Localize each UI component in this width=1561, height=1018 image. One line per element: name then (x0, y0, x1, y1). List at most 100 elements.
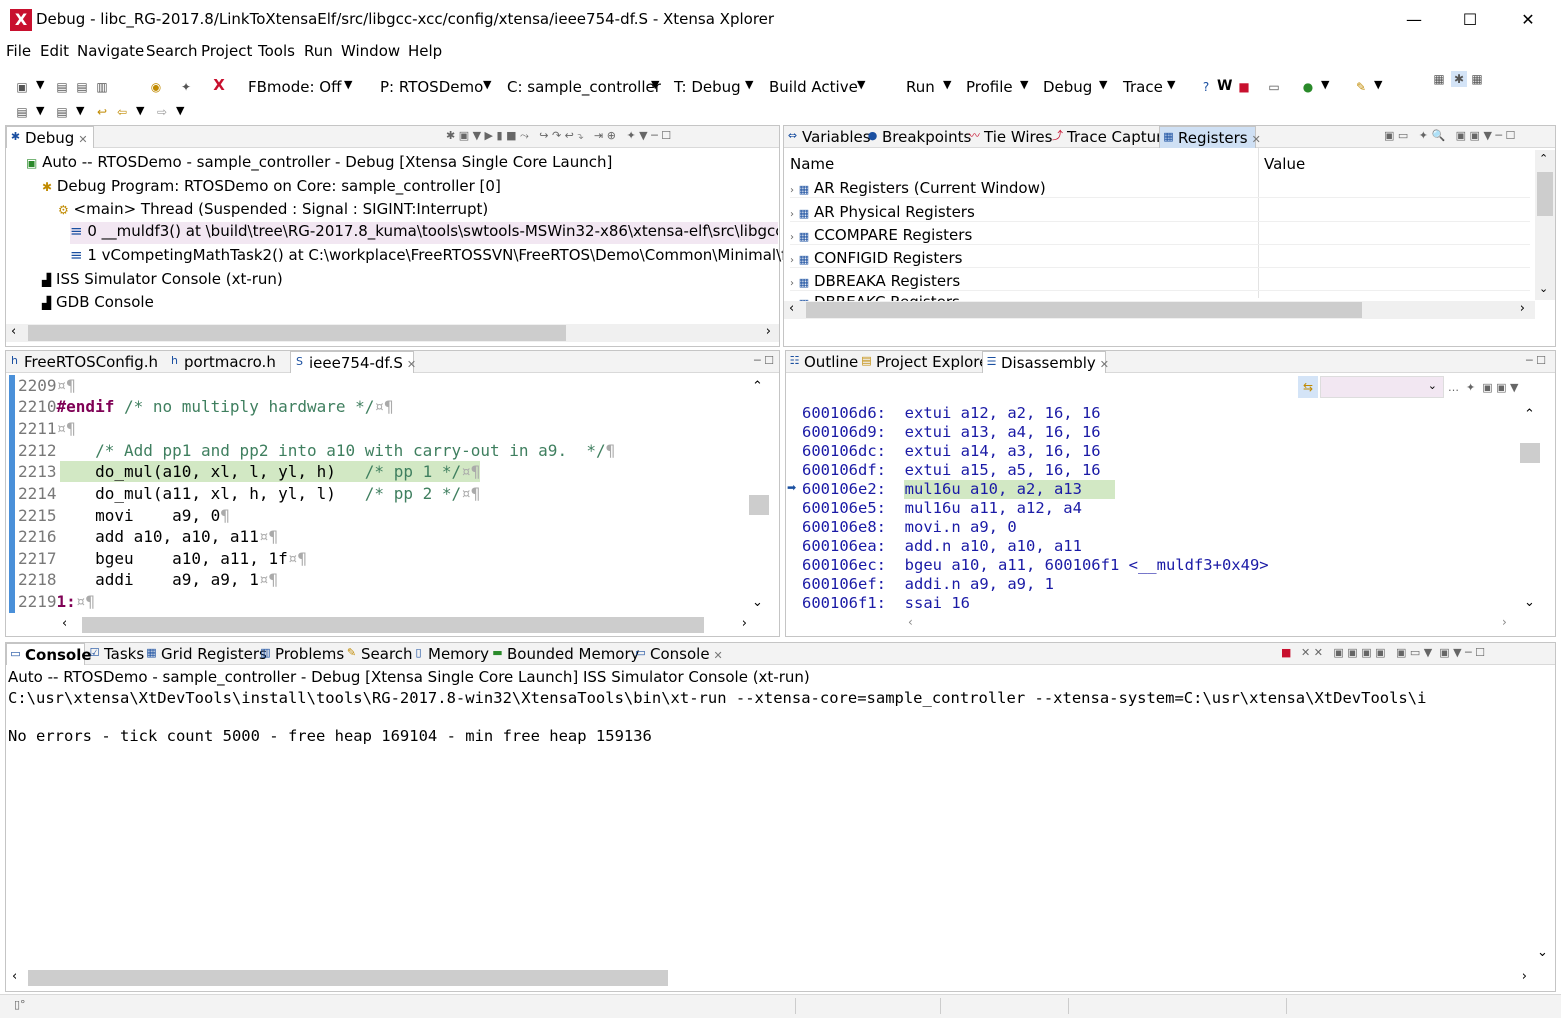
code-line[interactable]: 2217 bgeu a10, a11, 1f¤¶ (18, 548, 307, 569)
save-icon[interactable]: ▤ (54, 79, 70, 95)
scroll-down-icon[interactable]: ⌄ (1539, 282, 1548, 295)
registers-vscroll[interactable]: ⌃ ⌄ (1535, 150, 1555, 300)
code-line[interactable]: 2216 add a10, a10, a11¤¶ (18, 526, 278, 547)
core-selector[interactable]: C: sample_controller (507, 78, 661, 96)
xtensa-doc-icon[interactable]: ■ (1236, 79, 1252, 95)
tab-problems[interactable]: ▥ Problems (257, 643, 344, 665)
profile-dropdown-icon[interactable]: ▼ (1020, 78, 1028, 91)
scroll-right-icon[interactable]: › (1520, 301, 1525, 316)
disasm-line[interactable]: 600106dc: extui a14, a3, 16, 16 (802, 442, 1101, 461)
back-icon[interactable]: ⇦ (114, 104, 130, 120)
debug-button[interactable]: Debug (1043, 78, 1092, 96)
forward-dropdown-icon[interactable]: ▼ (176, 104, 184, 117)
editor-window-controls[interactable]: ─ ☐ (754, 354, 774, 367)
tab-console[interactable]: ▭ Console ✕ (632, 643, 722, 665)
disasm-window-controls[interactable]: ─ ☐ (1526, 354, 1546, 367)
annotation-icon[interactable]: ▤ (54, 104, 70, 120)
save-all-icon[interactable]: ▤ (74, 79, 90, 95)
scroll-up-icon[interactable]: ⌃ (1524, 407, 1535, 422)
nav-icon[interactable]: ▤ (14, 104, 30, 120)
scroll-thumb[interactable] (806, 302, 1362, 318)
plugin-dropdown-icon[interactable]: ▼ (1321, 78, 1329, 91)
debug-target-icon[interactable]: ✦ (178, 79, 194, 95)
menu-navigate[interactable]: Navigate (77, 42, 144, 60)
build-active-button[interactable]: Build Active (769, 78, 858, 96)
code-line[interactable]: 2218 addi a9, a9, 1¤¶ (18, 569, 278, 590)
tab-ieee754[interactable]: Sieee754-df.S ✕ (290, 351, 416, 373)
disasm-line[interactable]: 600106ec: bgeu a10, a11, 600106f1 <__mul… (802, 556, 1269, 575)
menu-tools[interactable]: Tools (258, 42, 295, 60)
editor-hscroll[interactable]: ‹ › (54, 616, 751, 634)
column-name[interactable]: Name (790, 155, 834, 173)
close-icon[interactable]: ✕ (407, 358, 416, 371)
code-line-current[interactable]: 2213 do_mul(a10, xl, l, yl, h) /* pp 1 *… (18, 461, 480, 482)
core-dropdown-icon[interactable]: ▼ (651, 78, 659, 91)
disasm-vscroll-thumb[interactable] (1520, 443, 1540, 463)
close-icon[interactable]: ✕ (1100, 358, 1109, 371)
console-hscroll[interactable]: ‹ › (6, 969, 1535, 987)
disasm-line[interactable]: 600106ef: addi.n a9, a9, 1 (802, 575, 1054, 594)
tree-gdb-console[interactable]: ▟ GDB Console (42, 293, 154, 311)
tab-grid-registers[interactable]: ▦ Grid Registers (143, 643, 267, 665)
scroll-right-icon[interactable]: › (1502, 615, 1507, 629)
registers-toolbar-icons[interactable]: ▣ ▭ ✦ 🔍 ▣ ▣ ▼ ─ ☐ (1384, 129, 1515, 142)
menu-edit[interactable]: Edit (40, 42, 69, 60)
stack-frame-1[interactable]: ≡ 1 vCompetingMathTask2() at C:\workplac… (70, 246, 856, 264)
tab-outline[interactable]: ☷ Outline (786, 351, 859, 373)
target-dropdown-icon[interactable]: ▼ (745, 78, 753, 91)
tab-debug[interactable]: ✱ Debug ✕ (6, 126, 94, 148)
plugin-icon[interactable]: ● (1300, 79, 1316, 95)
scroll-down-icon[interactable]: ⌄ (1524, 595, 1535, 610)
w-button[interactable]: W (1217, 78, 1232, 94)
scroll-up-icon[interactable]: ⌃ (752, 379, 763, 394)
back-dropdown-icon[interactable]: ▼ (136, 104, 144, 117)
build-icon[interactable]: ◉ (148, 79, 164, 95)
disasm-toolbar-icons[interactable]: … ✦ ▣ ▣ ▼ (1448, 381, 1518, 394)
scroll-thumb[interactable] (82, 617, 704, 633)
disasm-line[interactable]: 600106df: extui a15, a5, 16, 16 (802, 461, 1101, 480)
tab-registers[interactable]: ▦ Registers ✕ (1159, 126, 1261, 148)
code-line[interactable]: 2209¤¶ (18, 375, 76, 396)
scroll-left-icon[interactable]: ‹ (789, 301, 794, 316)
debug-hscroll[interactable]: ‹ › (6, 324, 779, 342)
address-combo[interactable]: ⌄ (1320, 376, 1444, 398)
menu-file[interactable]: File (6, 42, 31, 60)
last-edit-icon[interactable]: ↩ (94, 104, 110, 120)
debug-dropdown-icon[interactable]: ▼ (1099, 78, 1107, 91)
register-group-row[interactable]: › ▦ DBREAKA Registers (790, 272, 1530, 291)
scroll-down-icon[interactable]: ⌄ (1537, 945, 1548, 960)
close-icon[interactable]: ✕ (714, 649, 723, 662)
perspective-icon[interactable]: ▦ (1431, 71, 1447, 87)
close-button[interactable]: ✕ (1505, 8, 1551, 32)
disasm-line[interactable]: 600106d9: extui a13, a4, 16, 16 (802, 423, 1101, 442)
code-line[interactable]: 2214 do_mul(a11, xl, h, yl, l) /* pp 2 *… (18, 483, 480, 504)
tree-program[interactable]: ✱ Debug Program: RTOSDemo on Core: sampl… (42, 177, 501, 195)
code-line[interactable]: 2215 movi a9, 0¶ (18, 505, 230, 526)
register-group-row[interactable]: › ▦ AR Physical Registers (790, 203, 1530, 222)
tab-console-main[interactable]: ▭ Console (6, 643, 92, 665)
run-dropdown-icon[interactable]: ▼ (943, 78, 951, 91)
trace-button[interactable]: Trace (1123, 78, 1163, 96)
print-icon[interactable]: ▥ (94, 79, 110, 95)
column-value[interactable]: Value (1264, 155, 1305, 173)
scroll-right-icon[interactable]: › (742, 616, 747, 631)
code-line[interactable]: 22191:¤¶ (18, 591, 95, 612)
perspective2-icon[interactable]: ▦ (1469, 71, 1485, 87)
terminate-icon[interactable]: ■ (1281, 646, 1291, 659)
scroll-right-icon[interactable]: › (1522, 969, 1527, 984)
code-line[interactable]: 2211¤¶ (18, 418, 76, 439)
help-icon[interactable]: ? (1198, 79, 1214, 95)
editor-vscroll-thumb[interactable] (749, 495, 769, 515)
forward-icon[interactable]: ⇨ (154, 104, 170, 120)
register-group-row[interactable]: › ▦ CCOMPARE Registers (790, 226, 1530, 245)
code-line[interactable]: 2212 /* Add pp1 and pp2 into a10 with ca… (18, 440, 615, 461)
menu-help[interactable]: Help (408, 42, 442, 60)
register-group-row[interactable]: › ▦ CONFIGID Registers (790, 249, 1530, 268)
tab-search[interactable]: ✎ Search (343, 643, 413, 665)
project-dropdown-icon[interactable]: ▼ (483, 78, 491, 91)
debug-toolbar-icons[interactable]: ✱ ▣ ▼ ▶ ▮ ■ ⤳ ↪ ↷ ↩ ⤵ ⇥ ⊕ ✦ ▼ ─ ☐ (446, 129, 671, 143)
register-group-row[interactable]: › ▦ DBREAKC Registers (790, 293, 1530, 301)
menu-run[interactable]: Run (304, 42, 333, 60)
profile-button[interactable]: Profile (966, 78, 1013, 96)
tab-breakpoints[interactable]: ● Breakpoints (864, 126, 972, 148)
